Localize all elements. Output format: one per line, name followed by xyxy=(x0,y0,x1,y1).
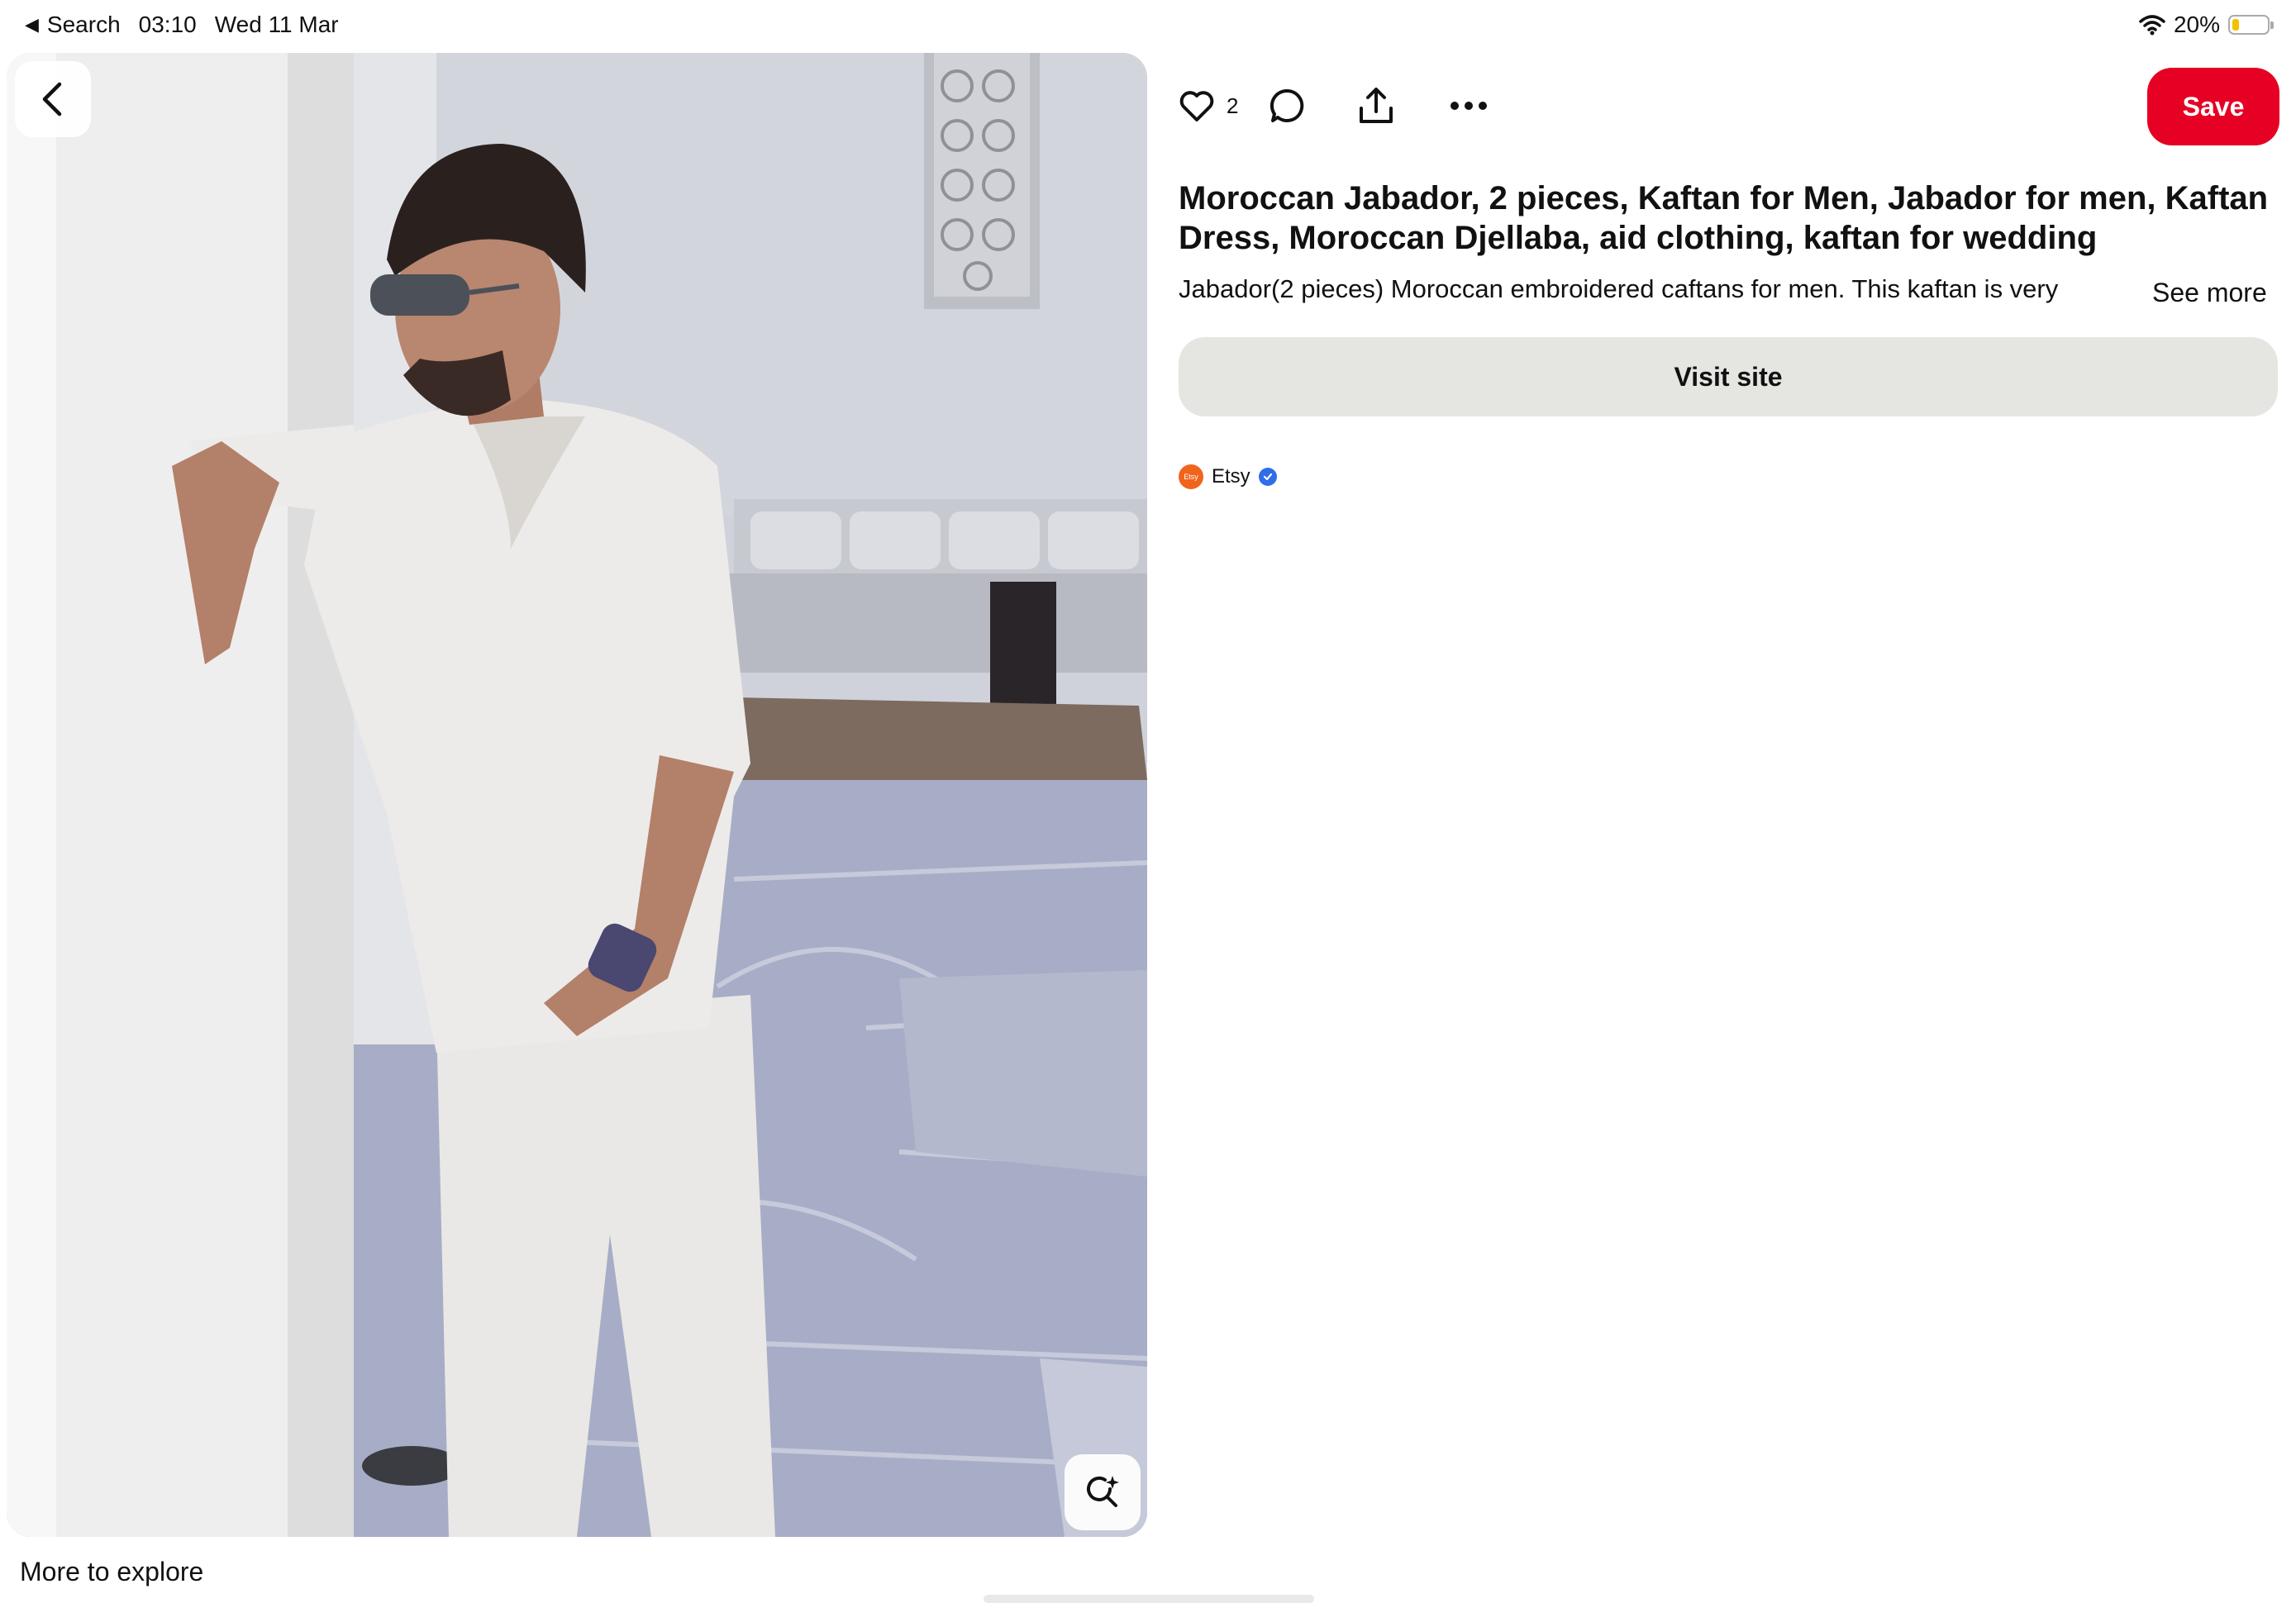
visual-search-icon xyxy=(1087,1476,1119,1507)
home-indicator xyxy=(984,1595,1314,1603)
back-button[interactable] xyxy=(15,61,91,137)
battery-fill xyxy=(2232,19,2239,31)
status-bar: ◀ Search 03:10 Wed 11 Mar 20% xyxy=(0,0,2296,53)
battery-percent: 20% xyxy=(2173,12,2220,37)
status-date: Wed 11 Mar xyxy=(214,12,339,37)
wifi-icon xyxy=(2139,15,2165,36)
status-bar-left: ◀ Search 03:10 Wed 11 Mar xyxy=(25,12,339,38)
share-icon xyxy=(1360,88,1393,123)
battery-icon xyxy=(2228,15,2274,35)
verified-check-icon xyxy=(1258,468,1277,486)
chevron-left-icon xyxy=(42,82,62,117)
pin-action-bar: 2 xyxy=(1179,83,1488,129)
more-to-explore-heading: More to explore xyxy=(20,1557,204,1586)
save-button[interactable]: Save xyxy=(2147,68,2279,145)
more-options-button[interactable] xyxy=(1450,83,1488,129)
pin-title: Moroccan Jabador, 2 pieces, Kaftan for M… xyxy=(1179,180,2269,256)
visit-site-button[interactable]: Visit site xyxy=(1179,337,2278,416)
see-more-link[interactable]: See more xyxy=(2152,278,2267,308)
source-name[interactable]: Etsy xyxy=(1212,465,1250,488)
status-time: 03:10 xyxy=(138,12,197,37)
pin-description-row: Jabador(2 pieces) Moroccan embroidered c… xyxy=(1179,271,2286,307)
like-count: 2 xyxy=(1227,93,1239,118)
pin-photo xyxy=(7,53,1147,1537)
comment-button[interactable] xyxy=(1269,83,1306,129)
pin-image[interactable] xyxy=(7,53,1147,1537)
status-bar-right: 20% xyxy=(2139,12,2274,38)
ellipsis-icon xyxy=(1450,102,1488,110)
share-button[interactable] xyxy=(1357,83,1395,129)
heart-icon xyxy=(1179,91,1214,121)
pin-description: Jabador(2 pieces) Moroccan embroidered c… xyxy=(1179,274,2059,303)
comment-bubble-icon xyxy=(1270,88,1304,122)
back-to-search-icon[interactable]: ◀ xyxy=(25,14,39,36)
visual-search-button[interactable] xyxy=(1065,1454,1141,1530)
etsy-logo-icon: Etsy xyxy=(1179,464,1203,489)
back-to-search-link[interactable]: Search xyxy=(47,12,121,38)
pin-source[interactable]: Etsy Etsy xyxy=(1179,464,1277,489)
like-button[interactable] xyxy=(1179,83,1215,129)
